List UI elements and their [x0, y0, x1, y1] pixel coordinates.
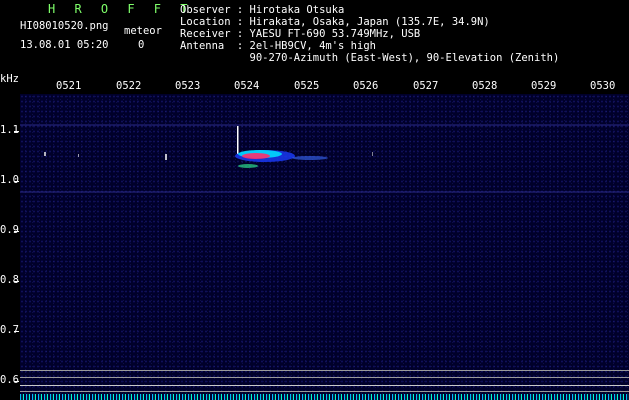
y-tick	[14, 131, 19, 132]
x-tick-label: 0523	[175, 80, 201, 92]
meteor-count-label: meteor	[124, 25, 162, 37]
x-tick-label: 0522	[116, 80, 142, 92]
y-axis-unit: kHz	[0, 73, 19, 85]
y-tick	[14, 331, 19, 332]
noise-floor-band	[20, 394, 629, 400]
observation-datetime: 13.08.01 05:20	[20, 39, 109, 51]
y-tick-label: 0.9	[0, 224, 19, 236]
x-tick-label: 0530	[590, 80, 616, 92]
signal-speck	[372, 152, 373, 156]
y-tick	[14, 181, 19, 182]
y-tick-label: 0.7	[0, 324, 19, 336]
y-tick-label: 0.8	[0, 274, 19, 286]
x-tick-label: 0526	[353, 80, 379, 92]
x-tick-label: 0527	[413, 80, 439, 92]
y-tick-label: 1.1	[0, 124, 19, 136]
y-tick-label: 1.0	[0, 174, 19, 186]
antenna-detail-line: 90-270-Azimuth (East-West), 90-Elevation…	[180, 52, 560, 64]
y-tick-label: 0.6	[0, 374, 19, 386]
y-tick	[14, 231, 19, 232]
y-tick	[14, 381, 19, 382]
app-title: H R O F F T	[48, 2, 194, 16]
observer-line: Observer : Hirotaka Otsuka	[180, 4, 345, 16]
signal-speck	[44, 152, 46, 156]
x-tick-label: 0524	[234, 80, 260, 92]
station-info: Observer : Hirotaka Otsuka Location : Hi…	[180, 4, 559, 64]
echo-tail	[292, 156, 328, 160]
x-tick-label: 0525	[294, 80, 320, 92]
antenna-line: Antenna : 2el-HB9CV, 4m's high	[180, 40, 376, 52]
x-tick-label: 0528	[472, 80, 498, 92]
signal-speck	[78, 154, 79, 157]
image-filename: HI08010520.png	[20, 20, 109, 32]
echo-core	[242, 153, 270, 159]
x-tick-label: 0529	[531, 80, 557, 92]
echo-head	[237, 126, 239, 154]
reference-line	[20, 370, 629, 371]
spectrogram-area	[20, 94, 629, 400]
meteor-echo	[235, 126, 328, 168]
reference-line	[20, 377, 629, 378]
receiver-line: Receiver : YAESU FT-690 53.749MHz, USB	[180, 28, 421, 40]
location-line: Location : Hirakata, Osaka, Japan (135.7…	[180, 16, 490, 28]
header-panel: H R O F F T HI08010520.png meteor 13.08.…	[0, 0, 629, 72]
echo-tail	[238, 164, 258, 168]
signal-speck	[165, 154, 167, 160]
reference-line	[20, 385, 629, 386]
x-tick-label: 0521	[56, 80, 82, 92]
y-tick	[14, 281, 19, 282]
meteor-count-value: 0	[138, 39, 145, 51]
spectrogram-overlay	[20, 124, 629, 193]
reference-line	[20, 391, 629, 392]
